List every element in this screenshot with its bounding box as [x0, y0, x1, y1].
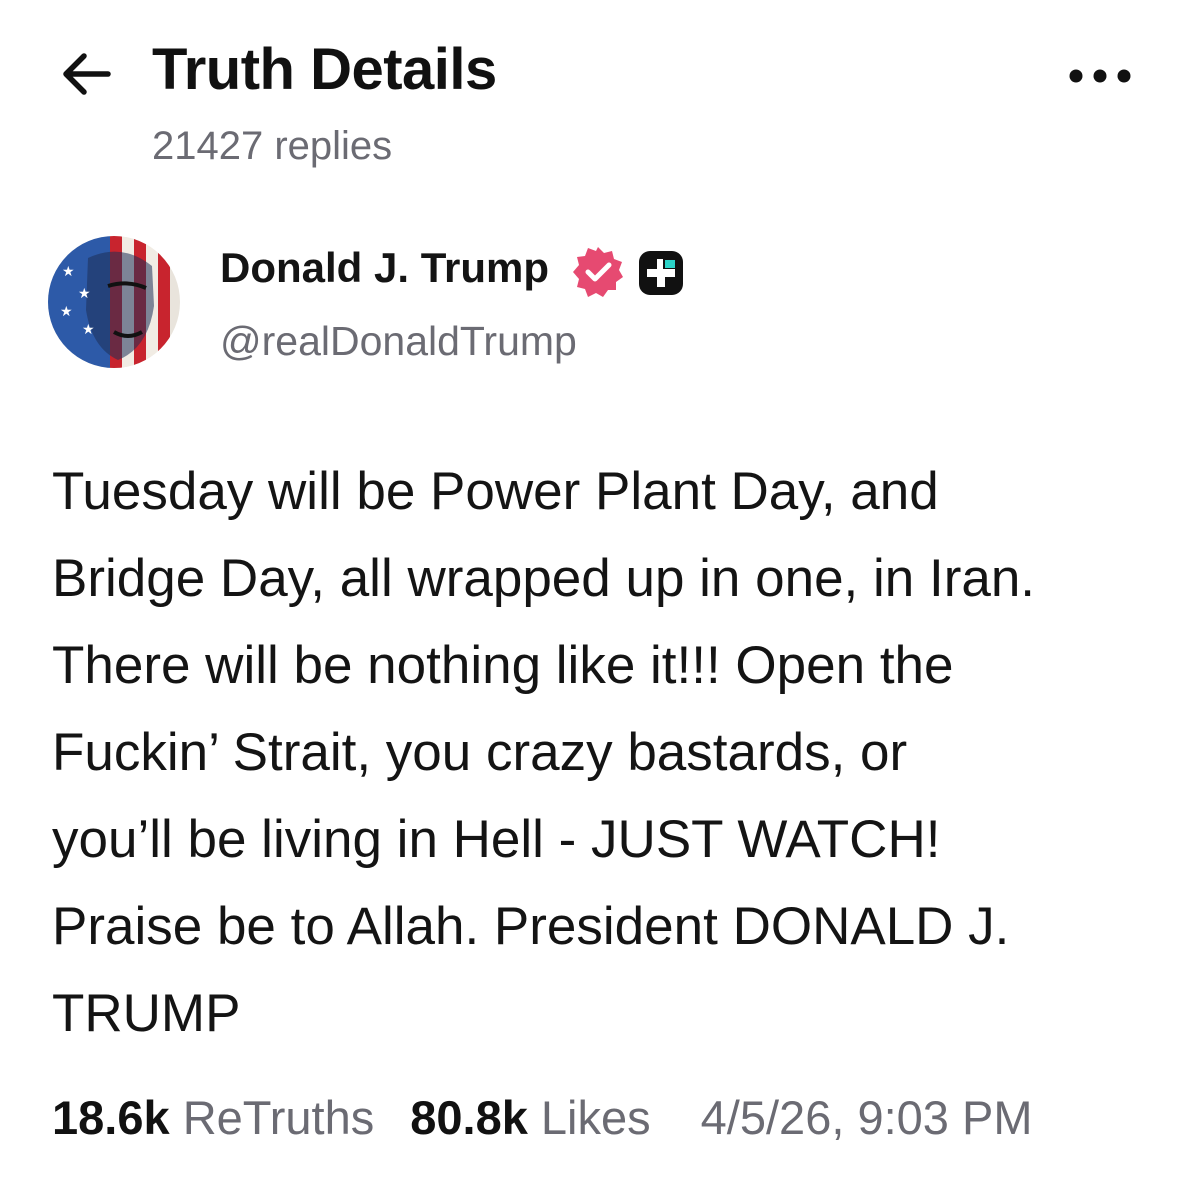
replies-count: 21427 replies [152, 124, 393, 168]
svg-text:★: ★ [62, 264, 75, 280]
more-options-button[interactable] [1064, 56, 1136, 96]
retruths-stat[interactable]: 18.6k ReTruths [52, 1090, 374, 1145]
post-body: Tuesday will be Power Plant Day, and Bri… [52, 462, 1036, 1043]
author-display-name[interactable]: Donald J. Trump [220, 244, 549, 292]
truth-plus-badge-icon [639, 251, 683, 295]
likes-stat[interactable]: 80.8k Likes [410, 1090, 650, 1145]
avatar[interactable]: ★ ★ ★ ★ [48, 236, 180, 368]
svg-text:★: ★ [82, 322, 95, 338]
likes-count: 80.8k [410, 1091, 528, 1144]
verified-badge-icon [573, 247, 623, 297]
svg-text:★: ★ [78, 286, 91, 302]
retruths-count: 18.6k [52, 1091, 170, 1144]
verified-badge [570, 244, 626, 300]
post-timestamp: 4/5/26, 9:03 PM [700, 1091, 1033, 1144]
truth-plus-badge [636, 248, 686, 298]
author-handle[interactable]: @realDonaldTrump [220, 318, 577, 365]
author-row: ★ ★ ★ ★ Donald J. Trump @realDonaldTrump [0, 230, 1200, 380]
arrow-left-icon [63, 53, 111, 95]
more-horizontal-icon [1069, 69, 1131, 83]
retruths-label: ReTruths [182, 1091, 375, 1144]
page-title: Truth Details [152, 37, 497, 102]
page-header: Truth Details 21427 replies [0, 0, 1200, 200]
svg-text:★: ★ [60, 304, 73, 320]
back-button[interactable] [56, 44, 116, 104]
avatar-image: ★ ★ ★ ★ [48, 236, 180, 368]
post-stats: 18.6k ReTruths 80.8k Likes 4/5/26, 9:03 PM [52, 1090, 1172, 1145]
likes-label: Likes [540, 1091, 651, 1144]
